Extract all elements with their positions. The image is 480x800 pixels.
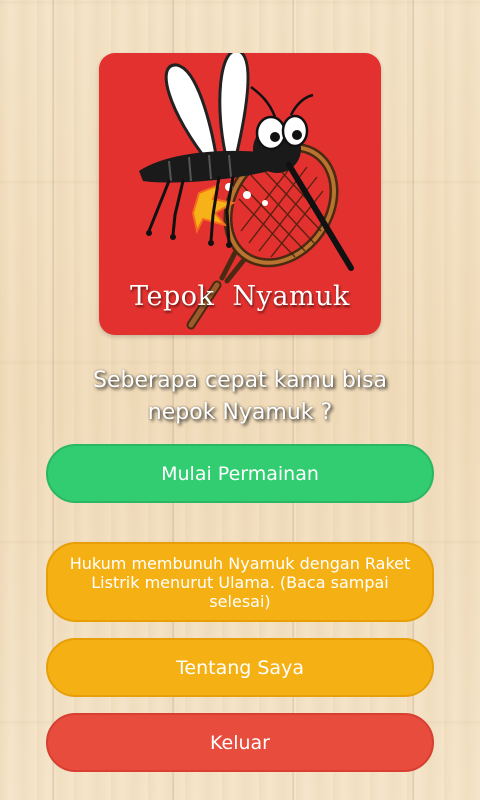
- logo-title: Tepok Nyamuk: [130, 281, 350, 312]
- start-game-button[interactable]: Mulai Permainan: [46, 444, 434, 503]
- about-me-button[interactable]: Tentang Saya: [46, 638, 434, 697]
- exit-button[interactable]: Keluar: [46, 713, 434, 772]
- ruling-info-button[interactable]: Hukum membunuh Nyamuk dengan Raket Listr…: [46, 542, 434, 622]
- app-logo: Tepok Nyamuk: [99, 53, 381, 335]
- tagline-line-2: nepok Nyamuk ?: [147, 400, 333, 425]
- tagline: Seberapa cepat kamu bisa nepok Nyamuk ?: [20, 365, 460, 429]
- tagline-line-1: Seberapa cepat kamu bisa: [93, 368, 387, 393]
